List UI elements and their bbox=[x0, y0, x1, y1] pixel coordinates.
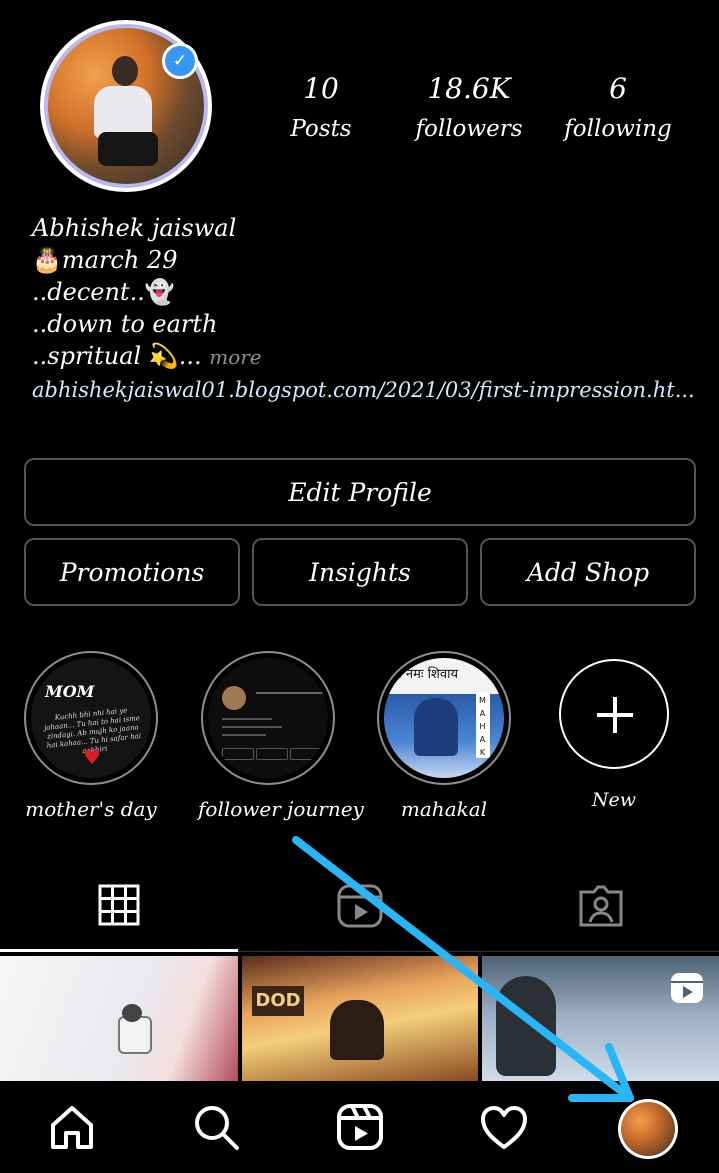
followers-count: 18.6K bbox=[427, 72, 511, 105]
nav-profile[interactable] bbox=[618, 1099, 678, 1159]
bio-birthday: march 29 bbox=[61, 246, 178, 274]
heart-icon bbox=[481, 1106, 527, 1149]
highlight-cover: म नमः शिवाय M A H A K bbox=[384, 658, 504, 778]
thumb-sign: DOD bbox=[252, 986, 304, 1016]
following-label: following bbox=[564, 116, 672, 142]
active-tab-indicator bbox=[0, 949, 238, 952]
bio-line-3: ..down to earth bbox=[32, 310, 218, 338]
plus-icon bbox=[613, 697, 617, 733]
mahakal-mantra: म नमः शिवाय bbox=[394, 667, 458, 682]
followers-label: followers bbox=[415, 116, 523, 142]
letter: A bbox=[479, 709, 486, 718]
dizzy-star-icon: 💫 bbox=[148, 342, 179, 370]
highlight-label: New bbox=[591, 789, 637, 811]
letter: H bbox=[479, 722, 486, 731]
mini-bio-line bbox=[222, 726, 282, 728]
highlight-cover bbox=[208, 658, 328, 778]
letter: K bbox=[479, 748, 486, 757]
reel-badge-icon bbox=[671, 973, 703, 1003]
profile-name: Abhishek jaiswal bbox=[32, 214, 237, 242]
bio-line-2: ..decent..👻 bbox=[32, 276, 262, 308]
mini-button bbox=[222, 748, 254, 760]
highlight-label: follower journey bbox=[198, 797, 364, 821]
nav-reels[interactable] bbox=[336, 1103, 384, 1155]
bio-line-1: 🎂march 29 bbox=[32, 244, 262, 276]
new-highlight-button[interactable] bbox=[559, 659, 669, 769]
ghost-icon: 👻 bbox=[144, 278, 175, 306]
mini-button bbox=[256, 748, 288, 760]
mini-bio-line bbox=[222, 718, 272, 720]
mahakal-letters: M A H A K bbox=[479, 694, 486, 759]
verified-badge-icon: ✓ bbox=[162, 43, 198, 79]
highlight-new[interactable]: New bbox=[544, 655, 684, 811]
photo-figure-body bbox=[94, 86, 152, 138]
shiva-figure bbox=[414, 698, 458, 756]
post-thumbnail[interactable]: DOD bbox=[242, 956, 478, 1081]
bio-more-link[interactable]: more bbox=[209, 345, 261, 369]
highlight-mothers-day[interactable]: MOM Kuchh bhi nhi hai ye jahaan... Tu ha… bbox=[21, 651, 161, 821]
thumb-figure bbox=[330, 1000, 384, 1060]
bio-website-link[interactable]: abhishekjaiswal01.blogspot.com/2021/03/f… bbox=[32, 378, 695, 402]
bio-ellipsis: ... bbox=[178, 342, 202, 370]
cake-icon: 🎂 bbox=[32, 246, 62, 274]
highlight-cover: MOM Kuchh bhi nhi hai ye jahaan... Tu ha… bbox=[31, 658, 151, 778]
letter: M bbox=[479, 696, 486, 705]
bio: Abhishek jaiswal 🎂march 29 ..decent..👻 .… bbox=[32, 212, 262, 373]
highlight-label: mahakal bbox=[400, 797, 488, 821]
tab-grid[interactable] bbox=[98, 884, 140, 930]
mini-stats-line bbox=[256, 692, 326, 694]
tab-tagged[interactable] bbox=[578, 884, 624, 932]
tab-reels[interactable] bbox=[337, 884, 383, 932]
nav-home[interactable] bbox=[48, 1103, 96, 1155]
following-count: 6 bbox=[609, 72, 627, 105]
insights-button[interactable]: Insights bbox=[252, 538, 468, 606]
thumb-figure-head bbox=[122, 1004, 142, 1022]
nav-activity[interactable] bbox=[480, 1105, 528, 1155]
mini-button bbox=[290, 748, 322, 760]
bio-line-4: ..spritual 💫... more bbox=[32, 340, 262, 373]
mini-bio-line bbox=[222, 734, 266, 736]
highlight-follower-journey[interactable]: follower journey bbox=[198, 651, 364, 821]
highlight-ring: MOM Kuchh bhi nhi hai ye jahaan... Tu ha… bbox=[24, 651, 158, 785]
bottom-navigation bbox=[0, 1081, 719, 1173]
home-icon bbox=[51, 1106, 93, 1149]
highlight-mahakal[interactable]: म नमः शिवाय M A H A K mahakal bbox=[374, 651, 514, 821]
highlight-label: mother's day bbox=[25, 797, 157, 821]
mom-title: MOM bbox=[45, 682, 95, 701]
tagged-icon bbox=[579, 885, 623, 927]
mini-avatar bbox=[222, 686, 246, 710]
posts-label: Posts bbox=[290, 116, 352, 142]
following-stat[interactable]: 6 following bbox=[543, 74, 693, 146]
grid-icon bbox=[98, 884, 140, 926]
highlight-ring: म नमः शिवाय M A H A K bbox=[377, 651, 511, 785]
followers-stat[interactable]: 18.6K followers bbox=[394, 74, 544, 146]
thumb-figure bbox=[118, 1016, 152, 1054]
post-thumbnail[interactable] bbox=[0, 956, 238, 1081]
profile-avatar bbox=[621, 1102, 675, 1156]
post-thumbnail[interactable] bbox=[482, 956, 719, 1081]
reels-icon bbox=[337, 884, 383, 928]
bio-spiritual: ..spritual bbox=[32, 342, 149, 370]
edit-profile-button[interactable]: Edit Profile bbox=[24, 458, 696, 526]
highlight-ring bbox=[201, 651, 335, 785]
reels-icon bbox=[337, 1104, 383, 1150]
posts-count: 10 bbox=[303, 72, 339, 105]
letter: A bbox=[479, 735, 486, 744]
thumb-figure bbox=[496, 976, 556, 1076]
promotions-button[interactable]: Promotions bbox=[24, 538, 240, 606]
bio-decent: ..decent.. bbox=[32, 278, 145, 306]
photo-figure-legs bbox=[98, 132, 158, 166]
photo-figure-head bbox=[112, 56, 138, 86]
posts-stat[interactable]: 10 Posts bbox=[246, 74, 396, 146]
heart-sticker-icon: ♥ bbox=[83, 745, 101, 769]
search-icon bbox=[195, 1106, 239, 1150]
nav-search[interactable] bbox=[192, 1103, 240, 1155]
add-shop-button[interactable]: Add Shop bbox=[480, 538, 696, 606]
